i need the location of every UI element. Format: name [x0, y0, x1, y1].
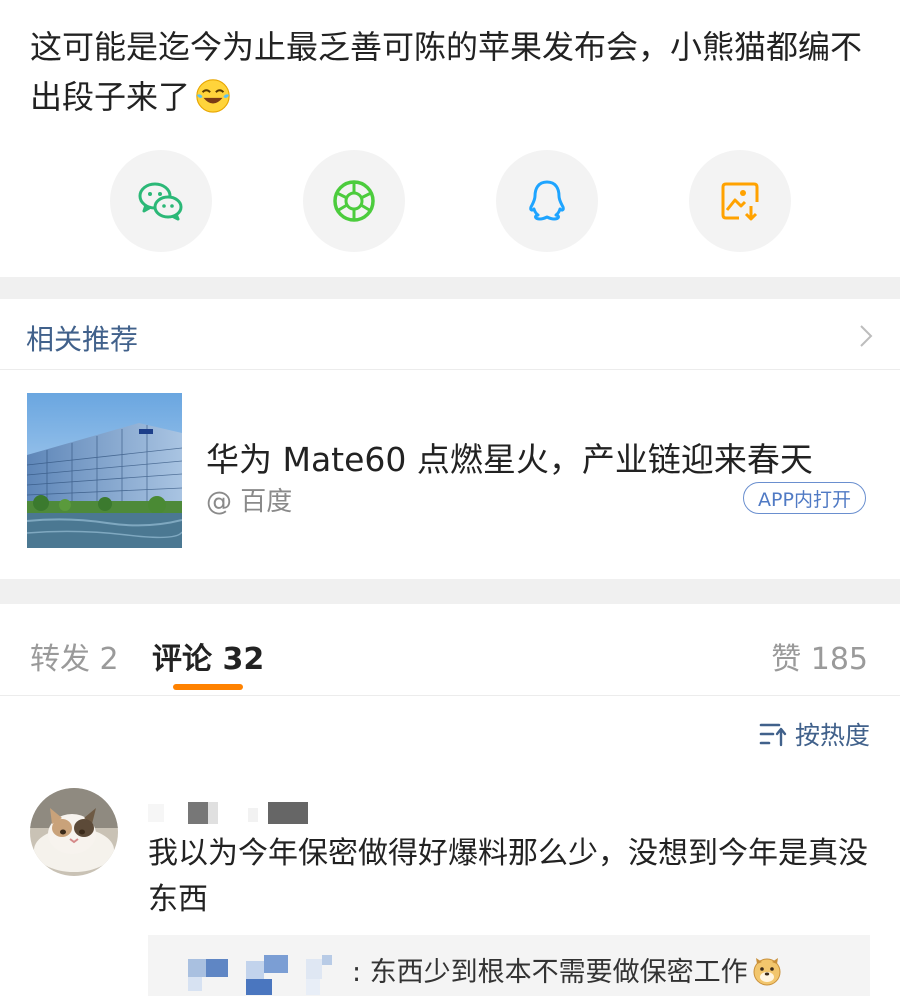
tab-comments[interactable]: 评论 32	[152, 634, 264, 678]
sort-label: 按热度	[794, 721, 870, 750]
reply-preview[interactable]: : 东西少到根本不需要做保密工作	[148, 935, 870, 996]
share-wechat-button[interactable]	[110, 150, 212, 252]
chevron-right-icon	[860, 325, 873, 347]
reply-text: : 东西少到根本不需要做保密工作	[352, 950, 782, 989]
article-source: @ 百度	[206, 487, 293, 517]
open-in-app-button[interactable]: APP内打开	[743, 482, 866, 514]
share-row	[0, 150, 900, 252]
section-divider	[0, 277, 900, 299]
related-article[interactable]: 华为 Mate60 点燃星火，产业链迎来春天 @ 百度 APP内打开	[0, 371, 900, 577]
laughing-tears-emoji-icon	[194, 76, 232, 114]
reply-body: : 东西少到根本不需要做保密工作	[352, 957, 748, 988]
article-thumbnail	[27, 393, 182, 548]
share-qq-button[interactable]	[496, 150, 598, 252]
save-image-button[interactable]	[689, 150, 791, 252]
section-divider	[0, 579, 900, 604]
qq-icon	[529, 180, 565, 221]
share-moments-button[interactable]	[303, 150, 405, 252]
save-image-icon	[721, 182, 759, 221]
replier-name-obscured	[188, 955, 348, 995]
comment-text: 我以为今年保密做得好爆料那么少，没想到今年是真没东西	[148, 836, 868, 917]
tab-likes[interactable]: 赞 185	[771, 634, 868, 678]
moments-icon	[333, 180, 375, 222]
related-title: 相关推荐	[26, 323, 139, 356]
tab-repost[interactable]: 转发 2	[30, 634, 119, 678]
post-text: 这可能是迄今为止最乏善可陈的苹果发布会，小熊猫都编不出段子来了	[30, 22, 870, 122]
interaction-tabs: 转发 2 评论 32 赞 185	[0, 604, 900, 696]
avatar[interactable]	[30, 788, 118, 876]
doge-emoji-icon	[752, 956, 782, 986]
sort-by-hot-button[interactable]: 按热度	[759, 716, 870, 752]
wechat-icon	[138, 182, 183, 221]
active-tab-indicator	[173, 684, 243, 690]
article-title: 华为 Mate60 点燃星火，产业链迎来春天	[206, 440, 813, 479]
post-body: 这可能是迄今为止最乏善可陈的苹果发布会，小熊猫都编不出段子来了	[30, 28, 863, 116]
comment-item: 我以为今年保密做得好爆料那么少，没想到今年是真没东西 : 东西少到根本不需要做保…	[0, 785, 900, 996]
sort-icon	[759, 723, 787, 747]
commenter-name-obscured[interactable]	[148, 802, 328, 824]
related-header[interactable]: 相关推荐	[0, 300, 900, 370]
